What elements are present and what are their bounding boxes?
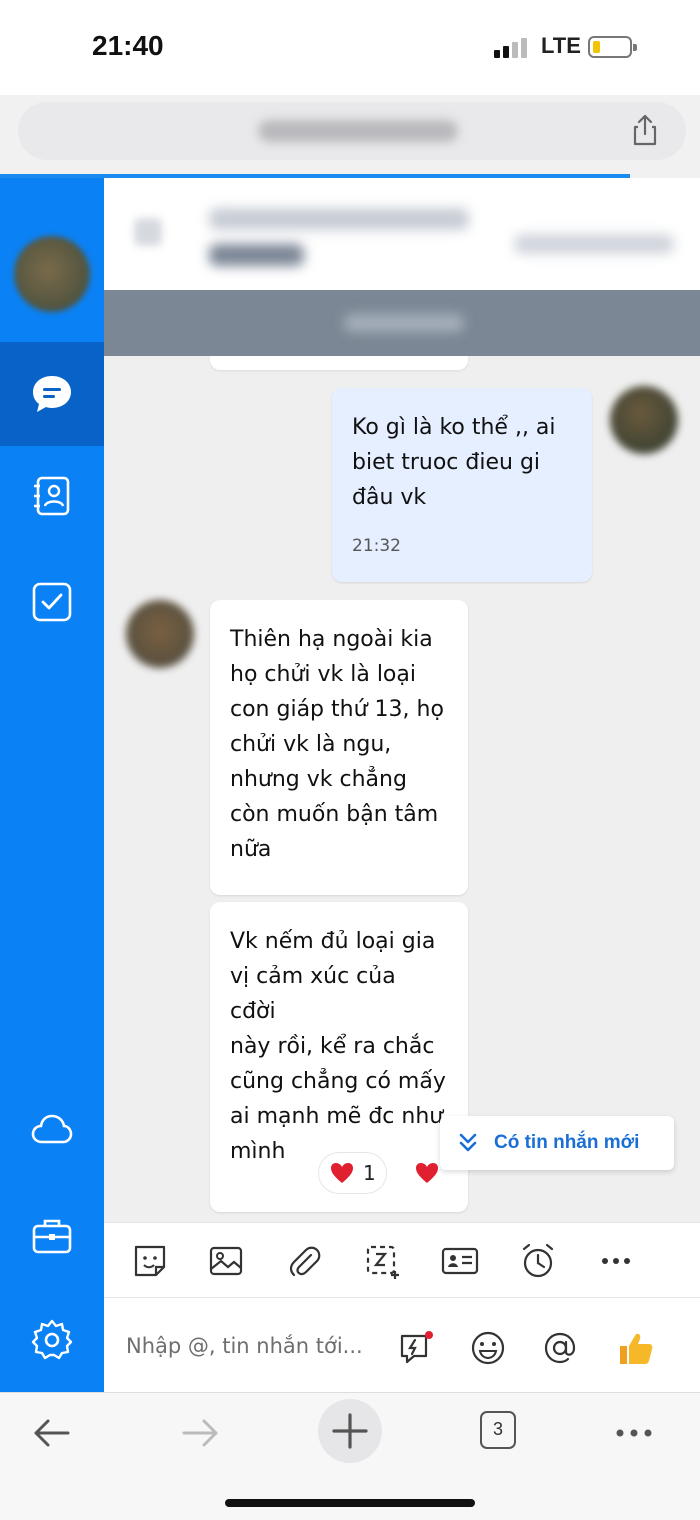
message-bubble-mine[interactable]: Ko gì là ko thể ,, ai biet truoc đieu gi… (332, 388, 592, 582)
sidebar (0, 178, 104, 1392)
chevron-double-down-icon (459, 1133, 477, 1152)
network-type: LTE (541, 33, 581, 58)
url-text-blurred (258, 120, 458, 142)
share-icon[interactable] (632, 114, 658, 146)
message-time: 21:32 (352, 536, 401, 556)
browser-more-icon[interactable] (610, 1409, 658, 1457)
status-bar: 21:40 LTE (0, 0, 700, 95)
more-icon[interactable] (596, 1241, 636, 1281)
quick-message-icon[interactable] (396, 1328, 436, 1368)
forward-arrow-icon[interactable] (176, 1409, 224, 1457)
browser-toolbar: 3 (0, 1392, 700, 1520)
tab-count-button[interactable]: 3 (480, 1411, 516, 1449)
clock: 21:40 (92, 30, 164, 61)
message-text: Thiên hạ ngoài kia họ chửi vk là loại co… (230, 627, 444, 862)
chat-icon[interactable] (30, 372, 74, 416)
contact-name-blurred (209, 208, 469, 230)
previous-message-edge (210, 356, 468, 370)
new-message-label: Có tin nhắn mới (494, 1132, 640, 1153)
reaction-count: 1 (363, 1161, 376, 1185)
contact-card-icon[interactable] (440, 1241, 480, 1281)
message-list[interactable]: Ko gì là ko thể ,, ai biet truoc đieu gi… (104, 356, 700, 1222)
composer-toolbar (104, 1222, 700, 1298)
message-text: Ko gì là ko thể ,, ai biet truoc đieu gi… (352, 415, 556, 510)
message-bubble-theirs[interactable]: Thiên hạ ngoài kia họ chửi vk là loại co… (210, 600, 468, 895)
new-message-banner[interactable]: Có tin nhắn mới (440, 1116, 674, 1170)
signal-icon (494, 38, 530, 58)
heart-icon (331, 1163, 353, 1183)
back-icon-blurred[interactable] (134, 218, 162, 246)
attachment-icon[interactable] (284, 1241, 324, 1281)
toolbox-icon[interactable] (30, 1214, 74, 1258)
address-bar[interactable] (18, 102, 686, 160)
composer-bar (104, 1298, 700, 1392)
message-input[interactable] (126, 1328, 386, 1364)
todo-icon[interactable] (30, 580, 74, 624)
contact-status-blurred (209, 244, 304, 266)
new-tab-button[interactable] (318, 1399, 382, 1463)
reaction-count-badge[interactable]: 1 (318, 1152, 387, 1194)
settings-icon[interactable] (30, 1318, 74, 1362)
header-actions-blurred[interactable] (514, 234, 674, 254)
mention-icon[interactable] (540, 1328, 580, 1368)
plus-icon (332, 1413, 368, 1449)
pinned-bar-blurred (104, 290, 700, 356)
my-avatar (610, 386, 678, 454)
sticker-icon[interactable] (130, 1241, 170, 1281)
emoji-icon[interactable] (468, 1328, 508, 1368)
image-icon[interactable] (206, 1241, 246, 1281)
contact-avatar[interactable] (126, 600, 194, 668)
heart-icon (416, 1163, 438, 1183)
screenshot-icon[interactable] (362, 1241, 402, 1281)
like-icon[interactable] (616, 1328, 656, 1368)
chat-header (104, 178, 700, 290)
user-avatar[interactable] (14, 236, 90, 312)
home-indicator (225, 1499, 475, 1507)
contacts-icon[interactable] (30, 474, 74, 518)
battery-icon (588, 36, 637, 58)
back-arrow-icon[interactable] (28, 1409, 76, 1457)
cloud-icon[interactable] (30, 1108, 74, 1152)
reminder-icon[interactable] (518, 1241, 558, 1281)
message-text: Vk nếm đủ loại gia vị cảm xúc của cđời n… (230, 929, 446, 1164)
